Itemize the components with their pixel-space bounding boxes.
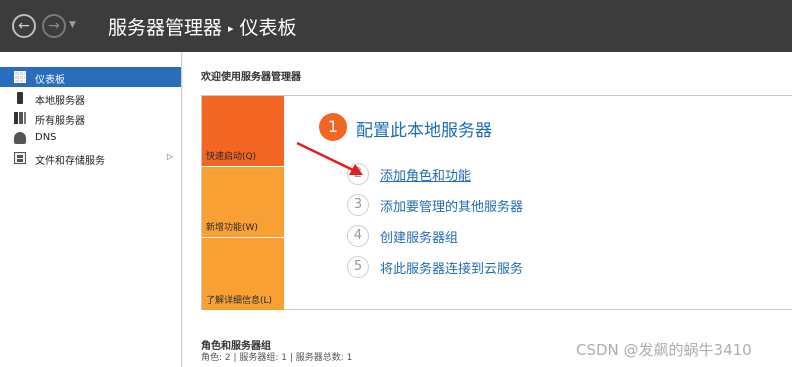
sidebar-item-dns[interactable]: DNS (0, 128, 181, 148)
sidebar-item-file-storage[interactable]: 文件和存储服务 ▷ (0, 148, 181, 168)
server-icon (17, 92, 23, 104)
back-arrow-icon: ← (18, 18, 30, 34)
servers-icon (14, 112, 26, 124)
sidebar-item-label: 仪表板 (35, 75, 65, 86)
back-button[interactable]: ← (12, 14, 36, 38)
sidebar-item-label: 所有服务器 (35, 116, 85, 127)
red-arrow-annotation-icon (296, 141, 363, 175)
main-content: 欢迎使用服务器管理器 快速启动(Q) 新增功能(W) 了解详细信息(L) 1 配… (183, 52, 792, 367)
breadcrumb-current: 仪表板 (239, 17, 297, 39)
sidebar: 仪表板 本地服务器 所有服务器 DNS 文件和存储服务 ▷ (0, 52, 182, 367)
sidebar-item-label: 文件和存储服务 (35, 156, 105, 167)
create-server-group-link[interactable]: 创建服务器组 (380, 227, 458, 246)
step-number: 4 (347, 225, 369, 247)
sidebar-item-dashboard[interactable]: 仪表板 (0, 67, 181, 87)
tile-label: 了解详细信息(L) (206, 296, 273, 306)
title-bar: ← → ▼ 服务器管理器 ▸ 仪表板 (0, 0, 792, 52)
watermark: CSDN @发飙的蜗牛3410 (576, 341, 752, 359)
sidebar-item-all-servers[interactable]: 所有服务器 (0, 108, 181, 128)
step-number: 5 (347, 256, 369, 278)
step-number: 3 (347, 194, 369, 216)
step-number-badge: 1 (319, 113, 347, 141)
app-title: 服务器管理器 (108, 17, 223, 39)
add-roles-features-link[interactable]: 添加角色和功能 (380, 165, 471, 184)
roles-summary: 角色: 2 | 服务器组: 1 | 服务器总数: 1 (201, 353, 353, 363)
tile-label: 快速启动(Q) (206, 152, 257, 162)
sidebar-item-local-server[interactable]: 本地服务器 (0, 88, 181, 108)
forward-button[interactable]: → (42, 14, 66, 38)
tile-new-features[interactable]: 新增功能(W) (202, 167, 284, 237)
sidebar-item-label: DNS (35, 132, 57, 143)
storage-icon (14, 152, 26, 164)
welcome-heading: 欢迎使用服务器管理器 (201, 72, 301, 83)
breadcrumb-separator-icon: ▸ (228, 22, 234, 35)
add-servers-link[interactable]: 添加要管理的其他服务器 (380, 196, 523, 215)
sidebar-item-label: 本地服务器 (35, 96, 85, 107)
tile-label: 新增功能(W) (206, 223, 258, 233)
quick-start-panel: 快速启动(Q) 新增功能(W) 了解详细信息(L) 1 配置此本地服务器 2 添… (201, 95, 792, 310)
tile-learn-more[interactable]: 了解详细信息(L) (202, 238, 284, 310)
history-dropdown-icon[interactable]: ▼ (69, 20, 76, 30)
configure-local-server-link[interactable]: 配置此本地服务器 (356, 116, 492, 141)
dashboard-grid-icon (14, 71, 26, 83)
connect-cloud-link[interactable]: 将此服务器连接到云服务 (380, 258, 523, 277)
tile-quick-start[interactable]: 快速启动(Q) (202, 96, 284, 166)
dns-icon (14, 132, 26, 144)
forward-arrow-icon: → (48, 18, 60, 34)
expand-chevron-icon[interactable]: ▷ (167, 152, 173, 161)
page-title: 服务器管理器 ▸ 仪表板 (108, 13, 297, 40)
